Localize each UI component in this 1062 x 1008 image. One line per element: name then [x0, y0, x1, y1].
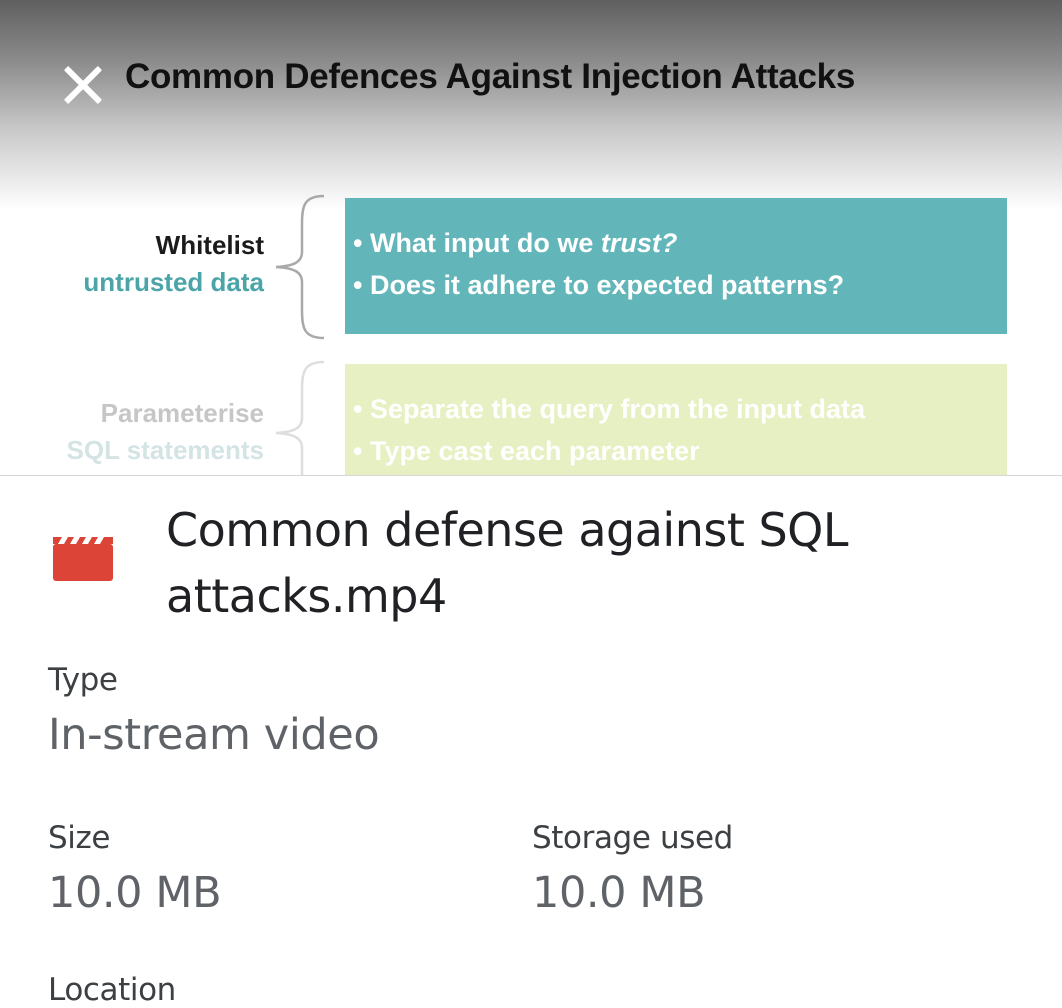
video-frame-title: Common Defences Against Injection Attack… — [125, 57, 855, 96]
location-label: Location — [48, 972, 176, 1008]
row-1-bullet-2: • Does it adhere to expected patterns? — [353, 270, 845, 300]
row-1-bullet-1: • What input do we trust? — [353, 228, 678, 258]
row-1-label-secondary: untrusted data — [83, 267, 264, 297]
size-label: Size — [48, 820, 111, 856]
type-value: In-stream video — [48, 710, 380, 760]
video-file-icon — [53, 537, 113, 581]
row-1-label-primary: Whitelist — [155, 230, 264, 260]
row-2-label-primary: Parameterise — [100, 398, 264, 428]
file-name: Common defense against SQL attacks.mp4 — [166, 503, 849, 623]
storage-used-label: Storage used — [532, 820, 733, 856]
row-2-label-secondary: SQL statements — [66, 435, 264, 465]
top-gradient-overlay — [0, 0, 1062, 210]
type-label: Type — [48, 662, 118, 698]
row-1-brace-icon — [275, 194, 325, 340]
row-2-bullet-1: • Separate the query from the input data — [353, 394, 866, 424]
sheet-divider — [0, 475, 1062, 476]
row-2-bullet-2: • Type cast each parameter — [353, 436, 700, 466]
size-value: 10.0 MB — [48, 868, 222, 918]
row-2-brace-icon — [275, 360, 325, 475]
storage-used-value: 10.0 MB — [532, 868, 706, 918]
video-preview[interactable]: Common Defences Against Injection Attack… — [0, 0, 1062, 475]
row-2-content-box: • Separate the query from the input data… — [345, 364, 1007, 475]
row-1-content-box: • What input do we trust? • Does it adhe… — [345, 198, 1007, 334]
close-button[interactable] — [56, 58, 110, 112]
